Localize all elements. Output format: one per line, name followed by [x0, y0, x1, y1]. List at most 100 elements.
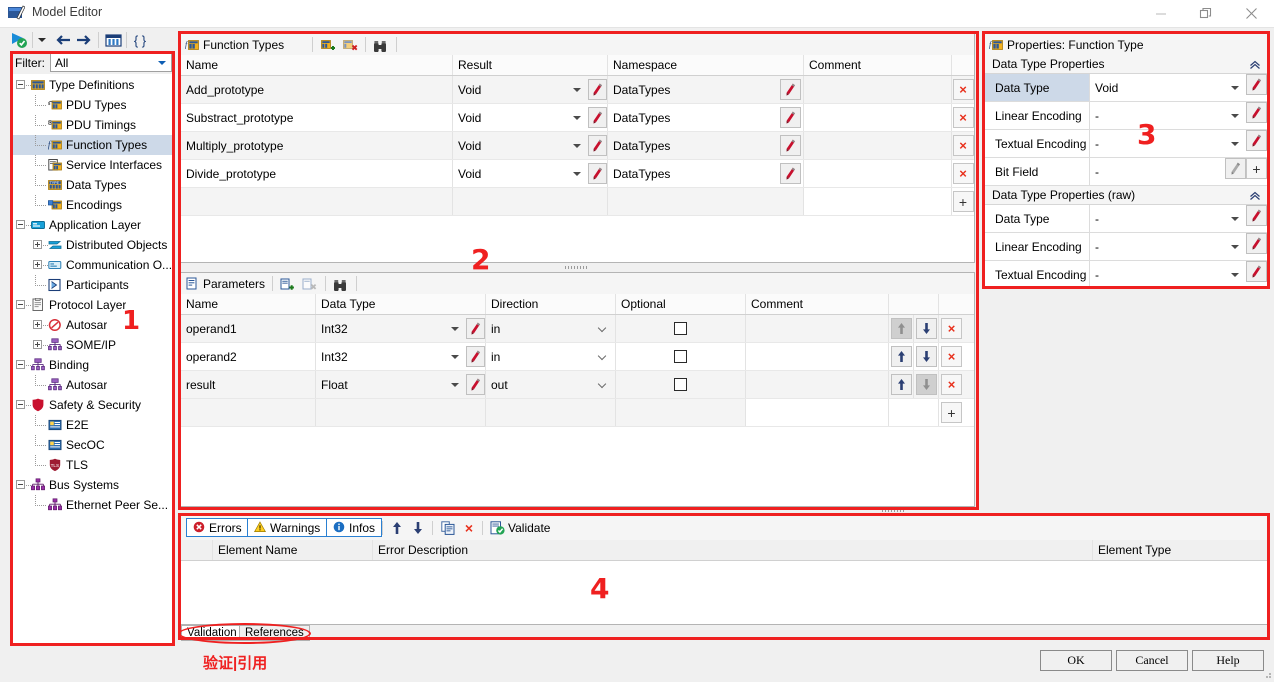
close-button[interactable] — [1229, 0, 1274, 27]
navigate-back-button[interactable] — [52, 30, 72, 50]
resize-grip[interactable] — [1262, 668, 1272, 678]
cell-comment-new[interactable] — [804, 188, 952, 215]
edit-button[interactable] — [1246, 233, 1267, 254]
add-row[interactable]: + — [181, 188, 974, 216]
filter-dropdown[interactable]: All — [50, 53, 172, 72]
run-validate-button[interactable] — [8, 30, 30, 50]
cell-result[interactable]: Void — [453, 132, 608, 159]
expand-icon[interactable] — [33, 240, 42, 249]
expand-icon[interactable] — [33, 260, 42, 269]
optional-checkbox[interactable] — [674, 322, 687, 335]
column-header-direction[interactable]: Direction — [486, 294, 616, 314]
property-row[interactable]: Textual Encoding - — [985, 261, 1267, 289]
chevron-down-icon[interactable] — [1231, 141, 1239, 146]
cell-direction[interactable]: in — [486, 315, 616, 342]
edit-button[interactable] — [780, 107, 801, 128]
result-dropdown[interactable]: Void — [453, 160, 588, 187]
cell-parameter-name[interactable]: operand2 — [181, 343, 316, 370]
edit-button[interactable] — [780, 135, 801, 156]
property-value-cell[interactable]: - — [1090, 158, 1225, 185]
cell-comment[interactable] — [804, 160, 952, 187]
property-value-cell[interactable]: - — [1090, 233, 1246, 260]
maximize-button[interactable] — [1183, 0, 1228, 27]
data-type-dropdown[interactable]: Int32 — [316, 315, 466, 342]
cell-comment[interactable] — [746, 315, 889, 342]
cell-optional-new[interactable] — [616, 399, 746, 426]
collapse-icon[interactable] — [16, 220, 25, 229]
optional-checkbox[interactable] — [674, 350, 687, 363]
cell-optional[interactable] — [616, 315, 746, 342]
sidebar-item-encodings[interactable]: Encodings — [11, 195, 174, 215]
column-header-data-type[interactable]: Data Type — [316, 294, 486, 314]
expand-icon[interactable] — [33, 320, 42, 329]
chevron-down-icon[interactable] — [1231, 244, 1239, 249]
column-header-comment[interactable]: Comment — [746, 294, 889, 314]
cell-direction-new[interactable] — [486, 399, 616, 426]
sidebar-item-autosar[interactable]: Autosar — [11, 375, 174, 395]
sidebar-item-application-layer[interactable]: Application Layer — [11, 215, 174, 235]
tab-warnings[interactable]: Warnings — [247, 518, 328, 537]
tab-properties-function-type[interactable]: f Properties: Function Type — [989, 36, 1144, 53]
cell-parameter-name-new[interactable] — [181, 399, 316, 426]
braces-button[interactable]: { } — [130, 30, 150, 50]
column-header-error-description[interactable]: Error Description — [373, 540, 1093, 560]
sidebar-item-communication-o[interactable]: Communication O... — [11, 255, 174, 275]
edit-button[interactable] — [466, 346, 485, 367]
delete-row-button[interactable]: × — [952, 135, 974, 156]
sidebar-item-e2e[interactable]: E2E — [11, 415, 174, 435]
cell-data-type[interactable]: Int32 — [316, 315, 486, 342]
move-up-button[interactable] — [890, 374, 912, 395]
property-row[interactable]: Bit Field - + — [985, 158, 1267, 186]
horizontal-splitter-2[interactable] — [180, 507, 975, 515]
cell-data-type-new[interactable] — [316, 399, 486, 426]
property-row[interactable]: Textual Encoding - — [985, 130, 1267, 158]
property-value-cell[interactable]: Void — [1090, 74, 1246, 101]
cell-comment[interactable] — [746, 371, 889, 398]
property-value-cell[interactable]: - — [1090, 102, 1246, 129]
collapse-icon[interactable] — [16, 360, 25, 369]
cell-namespace[interactable]: DataTypes — [608, 160, 804, 187]
cell-data-type[interactable]: Float — [316, 371, 486, 398]
add-row-button[interactable]: + — [952, 191, 974, 212]
sidebar-item-ethernet-peer-se[interactable]: Ethernet Peer Se... — [11, 495, 174, 515]
cell-namespace-new[interactable] — [608, 188, 804, 215]
sidebar-item-bus-systems[interactable]: Bus Systems — [11, 475, 174, 495]
edit-button[interactable] — [1225, 158, 1246, 179]
property-row[interactable]: Data Type - — [985, 205, 1267, 233]
column-header-name[interactable]: Name — [181, 294, 316, 314]
cell-optional[interactable] — [616, 343, 746, 370]
property-value-cell[interactable]: - — [1090, 261, 1246, 288]
table-row[interactable]: Divide_prototype Void DataTypes × — [181, 160, 974, 188]
cell-direction[interactable]: in — [486, 343, 616, 370]
table-row[interactable]: Add_prototype Void DataTypes × — [181, 76, 974, 104]
tab-infos[interactable]: Infos — [326, 518, 383, 537]
add-parameter-button[interactable] — [280, 277, 295, 293]
edit-button[interactable] — [780, 79, 801, 100]
cell-comment[interactable] — [804, 76, 952, 103]
edit-button[interactable] — [466, 318, 485, 339]
sidebar-item-function-types[interactable]: f Function Types — [11, 135, 174, 155]
edit-button[interactable] — [1246, 102, 1267, 123]
cell-data-type[interactable]: Int32 — [316, 343, 486, 370]
cell-result[interactable]: Void — [453, 160, 608, 187]
sidebar-item-service-interfaces[interactable]: Service Interfaces — [11, 155, 174, 175]
edit-button[interactable] — [588, 135, 607, 156]
sidebar-item-some-ip[interactable]: SOME/IP — [11, 335, 174, 355]
cell-name[interactable]: Substract_prototype — [181, 104, 453, 131]
tab-validation[interactable]: Validation — [181, 625, 243, 641]
cell-name-new[interactable] — [181, 188, 453, 215]
edit-button[interactable] — [1246, 130, 1267, 151]
column-header-name[interactable]: Name — [181, 55, 453, 75]
sidebar-item-participants[interactable]: Participants — [11, 275, 174, 295]
cell-name[interactable]: Add_prototype — [181, 76, 453, 103]
add-bit-field-button[interactable]: + — [1246, 158, 1267, 179]
ok-button[interactable]: OK — [1040, 650, 1112, 671]
sidebar-item-safety-security[interactable]: Safety & Security — [11, 395, 174, 415]
cell-name[interactable]: Divide_prototype — [181, 160, 453, 187]
cell-comment-new[interactable] — [746, 399, 889, 426]
chevron-down-icon[interactable] — [1231, 85, 1239, 90]
column-header-comment[interactable]: Comment — [804, 55, 952, 75]
cell-name[interactable]: Multiply_prototype — [181, 132, 453, 159]
property-value-cell[interactable]: - — [1090, 130, 1246, 157]
optional-checkbox[interactable] — [674, 378, 687, 391]
